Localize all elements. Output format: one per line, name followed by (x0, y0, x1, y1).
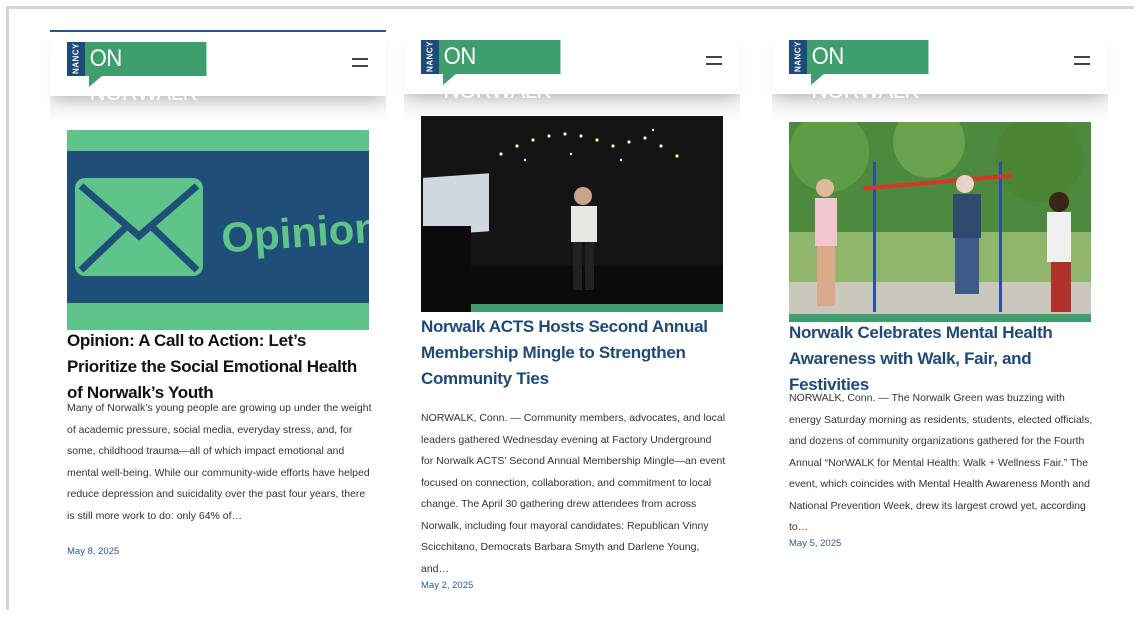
site-logo[interactable]: NANCY ON NORWALK (67, 42, 217, 106)
logo-speech-tail (89, 75, 103, 87)
article-card: NANCY ON NORWALK Opinion Opinion: A Call… (50, 30, 386, 620)
event-photo (421, 116, 723, 312)
article-thumbnail[interactable]: Opinion (67, 130, 369, 330)
article-thumbnail[interactable] (421, 116, 723, 312)
article-thumbnail[interactable] (789, 122, 1091, 322)
hamburger-menu-icon[interactable] (706, 56, 722, 66)
article-excerpt: Many of Norwalk’s young people are growi… (67, 402, 372, 522)
article-title[interactable]: Norwalk Celebrates Mental Health Awarene… (789, 320, 1094, 398)
site-header: NANCY ON NORWALK (404, 30, 740, 104)
envelope-icon (75, 178, 203, 276)
article-date: May 5, 2025 (789, 538, 842, 549)
article-title[interactable]: Opinion: A Call to Action: Let’s Priorit… (67, 328, 372, 406)
article-excerpt: NORWALK, Conn. — The Norwalk Green was b… (789, 392, 1093, 533)
hamburger-menu-icon[interactable] (1074, 56, 1090, 66)
article-title[interactable]: Norwalk ACTS Hosts Second Annual Members… (421, 314, 726, 392)
site-header: NANCY ON NORWALK (772, 30, 1108, 104)
article-excerpt: NORWALK, Conn. — Community members, advo… (421, 412, 726, 575)
logo-nancy-text: NANCY (421, 40, 439, 74)
logo-nancy-text: NANCY (789, 40, 807, 74)
article-date: May 2, 2025 (421, 580, 474, 591)
hamburger-menu-icon[interactable] (352, 58, 368, 68)
article-card: NANCY ON NORWALK (772, 30, 1108, 620)
event-photo (789, 122, 1091, 322)
article-card: NANCY ON NORWALK (404, 30, 740, 620)
site-logo[interactable]: NANCY ON NORWALK (789, 40, 939, 104)
opinion-graphic: Opinion (67, 130, 369, 330)
logo-main-text: ON NORWALK (807, 40, 929, 104)
logo-nancy-text: NANCY (67, 42, 85, 76)
article-date: May 8, 2025 (67, 546, 120, 557)
site-logo[interactable]: NANCY ON NORWALK (421, 40, 571, 104)
site-header: NANCY ON NORWALK (50, 30, 386, 106)
logo-speech-tail (811, 73, 825, 85)
logo-main-text: ON NORWALK (85, 42, 207, 106)
opinion-graphic-text: Opinion (220, 204, 369, 262)
logo-speech-tail (443, 73, 457, 85)
logo-main-text: ON NORWALK (439, 40, 561, 104)
